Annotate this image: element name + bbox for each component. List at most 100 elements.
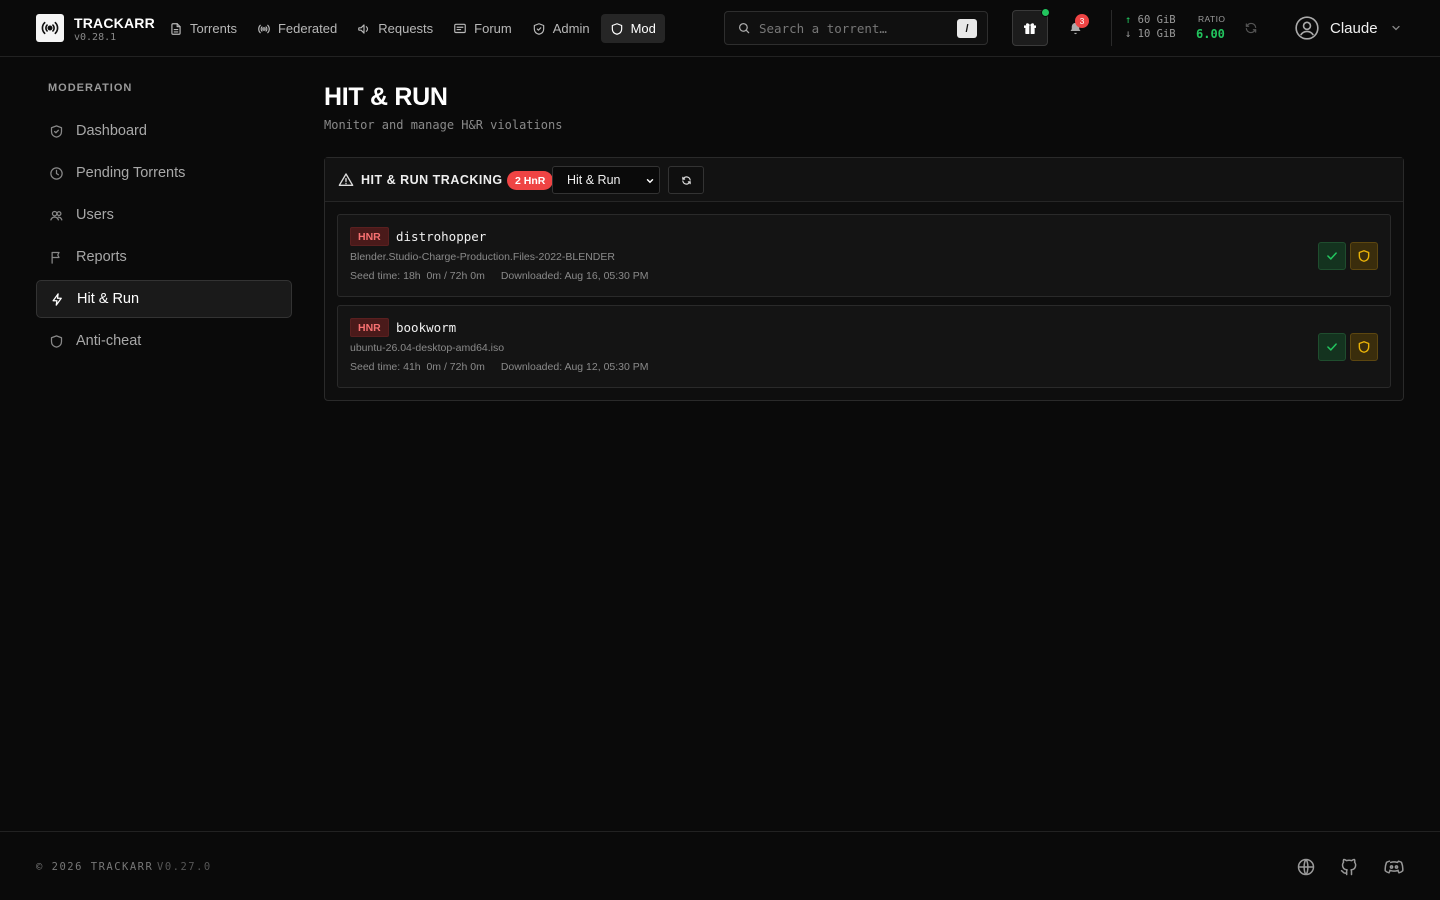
footer-copyright: © 2026 TRACKARR [36, 861, 154, 873]
github-icon[interactable] [1339, 857, 1359, 877]
row-downloaded: Downloaded: Aug 12, 05:30 PM [500, 361, 649, 373]
shield-icon [50, 334, 63, 348]
notification-count-badge: 3 [1075, 14, 1089, 28]
warning-icon [338, 173, 354, 186]
nav-label: Torrents [190, 21, 237, 36]
refresh-button[interactable] [668, 166, 704, 194]
sidebar-item-anti-cheat[interactable]: Anti-cheat [36, 322, 292, 360]
hnr-tag: HNR [350, 318, 389, 337]
search-shortcut-key: / [957, 19, 977, 38]
page-subtitle: Monitor and manage H&R violations [324, 118, 563, 132]
flag-icon [51, 251, 60, 264]
sidebar-item-label: Reports [76, 249, 127, 265]
chevron-down-icon [646, 179, 654, 184]
hnr-row: HNR bookworm ubuntu-26.04-desktop-amd64.… [337, 305, 1391, 388]
message-icon [454, 23, 466, 33]
row-seed-time: Seed time: 18h 0m / 72h 0m [350, 270, 485, 282]
nav-forum[interactable]: Forum [444, 14, 521, 43]
brand-name[interactable]: TRACKARR [74, 15, 155, 31]
nav-label: Admin [552, 21, 590, 36]
shield-icon [1358, 341, 1370, 353]
search-input[interactable] [759, 20, 949, 36]
sidebar-item-label: Pending Torrents [76, 165, 186, 181]
transfer-stats: ↑ 60 GiB ↓ 10 GiB [1125, 13, 1176, 41]
panel-header: HIT & RUN TRACKING 2 HnR Hit & Run [325, 158, 1403, 202]
sidebar-title: MODERATION [48, 82, 133, 94]
row-torrent-name[interactable]: Blender.Studio-Charge-Production.Files-2… [350, 251, 615, 263]
ratio-label: RATIO [1198, 14, 1226, 24]
sidebar-item-dashboard[interactable]: Dashboard [36, 112, 292, 150]
nav-label: Requests [378, 21, 434, 36]
row-username[interactable]: bookworm [396, 320, 456, 335]
chevron-down-icon [1391, 25, 1400, 31]
row-seed-time: Seed time: 41h 0m / 72h 0m [350, 361, 485, 373]
arrow-down-icon: ↓ [1125, 28, 1132, 40]
clear-hnr-button[interactable] [1318, 333, 1346, 361]
download-value: 10 GiB [1137, 28, 1176, 40]
filter-select[interactable]: Hit & Run [552, 166, 660, 194]
search-box: / [724, 11, 988, 45]
panel-title: HIT & RUN TRACKING [361, 173, 503, 187]
user-menu[interactable]: Claude [1294, 15, 1402, 41]
nav-admin[interactable]: Admin [523, 14, 599, 43]
users-icon [50, 210, 63, 220]
nav-federated[interactable]: Federated [248, 14, 346, 43]
sidebar-item-hit-and-run[interactable]: Hit & Run [36, 280, 292, 318]
top-bar: TRACKARR v0.28.1 Torrents Federated Requ… [0, 0, 1440, 57]
refresh-icon [681, 175, 691, 185]
nav-torrents[interactable]: Torrents [160, 14, 246, 43]
shield-icon [1358, 250, 1370, 262]
nav-mod[interactable]: Mod [600, 14, 665, 43]
discord-icon[interactable] [1384, 857, 1404, 877]
upload-value: 60 GiB [1137, 14, 1176, 26]
sidebar-item-pending-torrents[interactable]: Pending Torrents [36, 154, 292, 192]
row-username[interactable]: distrohopper [396, 229, 486, 244]
page-title: HIT & RUN [324, 83, 448, 111]
hnr-tracking-panel: HIT & RUN TRACKING 2 HnR Hit & Run HNR d… [324, 157, 1404, 401]
logo-icon[interactable] [36, 14, 64, 42]
sidebar-item-users[interactable]: Users [36, 196, 292, 234]
check-icon [1327, 343, 1337, 351]
hnr-count-badge: 2 HnR [507, 171, 554, 190]
main-nav: Torrents Federated Requests Forum Admin … [160, 14, 665, 43]
divider [1111, 10, 1112, 46]
shield-check-icon [50, 124, 63, 138]
brand-version: v0.28.1 [74, 32, 117, 43]
globe-icon[interactable] [1296, 857, 1316, 877]
bolt-icon [52, 292, 62, 306]
megaphone-icon [358, 23, 369, 34]
shield-icon [611, 22, 622, 35]
clear-hnr-button[interactable] [1318, 242, 1346, 270]
broadcast-icon [258, 24, 270, 33]
gift-indicator-dot [1041, 8, 1050, 17]
arrow-up-icon: ↑ [1125, 14, 1132, 26]
nav-requests[interactable]: Requests [348, 14, 442, 43]
user-avatar-icon [1295, 16, 1319, 40]
exempt-hnr-button[interactable] [1350, 242, 1378, 270]
hnr-tag: HNR [350, 227, 389, 246]
sidebar-item-label: Anti-cheat [76, 333, 142, 349]
download-stat: ↓ 10 GiB [1125, 27, 1176, 41]
ratio-value: 6.00 [1196, 27, 1225, 41]
hnr-row: HNR distrohopper Blender.Studio-Charge-P… [337, 214, 1391, 297]
nav-label: Federated [277, 21, 338, 36]
gift-icon [1024, 23, 1036, 34]
row-torrent-name[interactable]: ubuntu-26.04-desktop-amd64.iso [350, 342, 504, 354]
refresh-stats-icon[interactable] [1244, 21, 1258, 35]
search-icon [738, 22, 750, 34]
sidebar-item-reports[interactable]: Reports [36, 238, 292, 276]
row-meta: Seed time: 41h 0m / 72h 0m Downloaded: A… [350, 361, 649, 373]
upload-stat: ↑ 60 GiB [1125, 13, 1176, 27]
footer-version: V0.27.0 [157, 861, 212, 873]
user-name: Claude [1330, 19, 1378, 37]
nav-label: Mod [630, 21, 656, 36]
nav-label: Forum [474, 21, 512, 36]
filter-select-value: Hit & Run [567, 173, 621, 187]
check-icon [1327, 252, 1337, 260]
file-icon [171, 22, 181, 35]
row-downloaded: Downloaded: Aug 16, 05:30 PM [500, 270, 649, 282]
footer: © 2026 TRACKARR V0.27.0 [0, 831, 1440, 900]
gift-button[interactable] [1012, 8, 1050, 46]
exempt-hnr-button[interactable] [1350, 333, 1378, 361]
clock-icon [50, 166, 63, 180]
